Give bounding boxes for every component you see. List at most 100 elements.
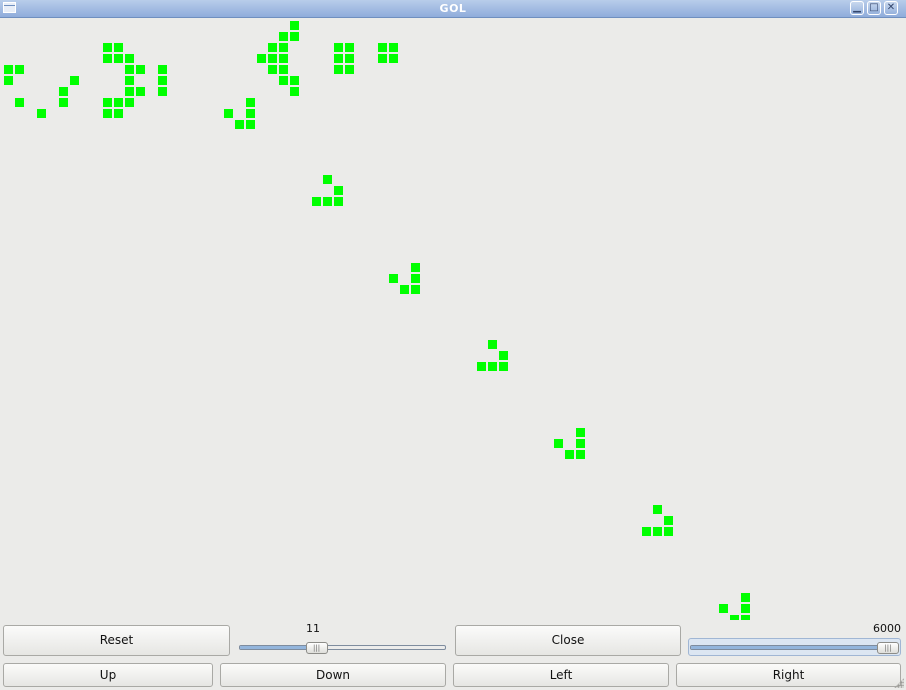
live-cell xyxy=(125,65,134,74)
live-cell xyxy=(37,109,46,118)
live-cell xyxy=(389,43,398,52)
generation-value-label: 6000 xyxy=(873,622,901,635)
live-cell xyxy=(103,43,112,52)
live-cell xyxy=(103,98,112,107)
live-cell xyxy=(554,439,563,448)
live-cell xyxy=(389,54,398,63)
live-cell xyxy=(268,65,277,74)
live-cell xyxy=(125,76,134,85)
generation-slider[interactable] xyxy=(690,645,899,650)
live-cell xyxy=(114,43,123,52)
live-cell xyxy=(70,76,79,85)
live-cell xyxy=(741,615,750,620)
live-cell xyxy=(345,54,354,63)
window-title: GOL xyxy=(439,2,467,15)
live-cell xyxy=(411,285,420,294)
live-cell xyxy=(279,43,288,52)
live-cell xyxy=(246,120,255,129)
speed-slider[interactable] xyxy=(239,645,446,650)
live-cell xyxy=(15,65,24,74)
live-cell xyxy=(268,43,277,52)
live-cell xyxy=(158,65,167,74)
live-cell xyxy=(653,527,662,536)
live-cell xyxy=(158,76,167,85)
close-button[interactable]: Close xyxy=(455,625,681,656)
live-cell xyxy=(290,32,299,41)
live-cell xyxy=(741,604,750,613)
right-button[interactable]: Right xyxy=(676,663,901,687)
live-cell xyxy=(15,98,24,107)
live-cell xyxy=(565,450,574,459)
title-bar[interactable]: GOL ▁ □ ✕ xyxy=(0,0,906,18)
live-cell xyxy=(411,263,420,272)
live-cell xyxy=(246,109,255,118)
live-cell xyxy=(499,362,508,371)
live-cell xyxy=(334,43,343,52)
live-cell xyxy=(125,54,134,63)
live-cell xyxy=(136,65,145,74)
up-button[interactable]: Up xyxy=(3,663,213,687)
live-cell xyxy=(246,98,255,107)
live-cell xyxy=(334,186,343,195)
live-cell xyxy=(114,54,123,63)
live-cell xyxy=(488,362,497,371)
live-cell xyxy=(103,54,112,63)
live-cell xyxy=(378,43,387,52)
live-cell xyxy=(279,32,288,41)
live-cell xyxy=(730,615,739,620)
live-cell xyxy=(334,54,343,63)
live-cell xyxy=(345,43,354,52)
live-cell xyxy=(664,516,673,525)
live-cell xyxy=(235,120,244,129)
live-cell xyxy=(312,197,321,206)
live-cell xyxy=(279,76,288,85)
live-cell xyxy=(488,340,497,349)
generation-slider-fill xyxy=(691,646,889,649)
maximize-icon[interactable]: □ xyxy=(867,1,881,15)
speed-slider-handle[interactable]: ||| xyxy=(305,642,328,654)
live-cell xyxy=(257,54,266,63)
down-button[interactable]: Down xyxy=(220,663,446,687)
live-cell xyxy=(400,285,409,294)
live-cell xyxy=(290,21,299,30)
live-cell xyxy=(334,65,343,74)
live-cell xyxy=(103,109,112,118)
live-cell xyxy=(125,98,134,107)
live-cell xyxy=(4,65,13,74)
live-cell xyxy=(576,428,585,437)
live-cell xyxy=(290,76,299,85)
minimize-icon[interactable]: ▁ xyxy=(850,1,864,15)
reset-button[interactable]: Reset xyxy=(3,625,230,656)
game-board[interactable] xyxy=(0,18,906,620)
live-cell xyxy=(59,87,68,96)
live-cell xyxy=(268,54,277,63)
close-window-icon[interactable]: ✕ xyxy=(884,1,898,15)
live-cell xyxy=(114,98,123,107)
live-cell xyxy=(158,87,167,96)
live-cell xyxy=(345,65,354,74)
live-cell xyxy=(411,274,420,283)
live-cell xyxy=(664,527,673,536)
left-button[interactable]: Left xyxy=(453,663,669,687)
live-cell xyxy=(719,604,728,613)
live-cell xyxy=(323,175,332,184)
live-cell xyxy=(114,109,123,118)
live-cell xyxy=(290,87,299,96)
live-cell xyxy=(279,65,288,74)
live-cell xyxy=(477,362,486,371)
live-cell xyxy=(576,439,585,448)
live-cell xyxy=(499,351,508,360)
speed-value-label: 11 xyxy=(306,622,320,635)
live-cell xyxy=(59,98,68,107)
generation-slider-handle[interactable]: ||| xyxy=(877,642,899,654)
live-cell xyxy=(741,593,750,602)
live-cell xyxy=(279,54,288,63)
live-cell xyxy=(136,87,145,96)
live-cell xyxy=(323,197,332,206)
live-cell xyxy=(125,87,134,96)
live-cell xyxy=(378,54,387,63)
live-cell xyxy=(576,450,585,459)
live-cell xyxy=(642,527,651,536)
live-cell xyxy=(653,505,662,514)
live-cell xyxy=(224,109,233,118)
